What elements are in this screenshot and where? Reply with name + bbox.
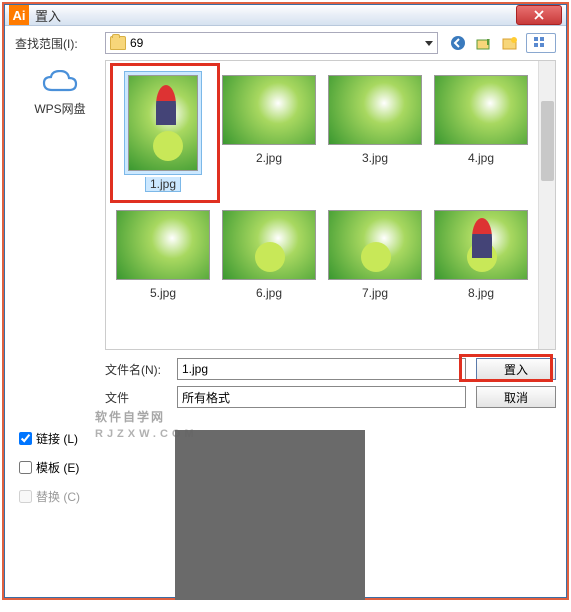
place-dialog: Ai 置入 查找范围(I): 69 (4, 4, 567, 598)
back-button[interactable] (448, 33, 468, 53)
file-name: 5.jpg (150, 286, 176, 300)
file-item[interactable]: 2.jpg (218, 69, 320, 194)
replace-label: 替换 (C) (36, 488, 80, 505)
file-item[interactable]: 5.jpg (112, 204, 214, 302)
file-name: 1.jpg (145, 177, 181, 192)
close-button[interactable] (516, 5, 562, 25)
places-sidebar: WPS网盘 (15, 60, 105, 414)
filetype-combo[interactable]: 所有格式 (177, 386, 466, 408)
dialog-title: 置入 (35, 6, 516, 25)
app-icon: Ai (9, 5, 29, 25)
file-thumbnail (434, 75, 528, 145)
preview-pane (175, 430, 365, 600)
file-name: 7.jpg (362, 286, 388, 300)
view-menu-button[interactable] (526, 33, 556, 53)
filename-value: 1.jpg (182, 362, 208, 376)
filetype-value: 所有格式 (182, 389, 230, 406)
file-item[interactable]: 8.jpg (430, 204, 532, 302)
view-icon (533, 36, 547, 50)
file-thumbnail (328, 210, 422, 280)
new-folder-icon (502, 35, 518, 51)
filename-label: 文件名(N): (105, 361, 177, 378)
scrollbar-thumb[interactable] (541, 101, 554, 181)
file-name: 8.jpg (468, 286, 494, 300)
look-in-combo[interactable]: 69 (105, 32, 438, 54)
file-thumbnail (116, 210, 210, 280)
file-thumbnail (434, 210, 528, 280)
replace-checkbox-input (19, 490, 32, 503)
look-in-label: 查找范围(I): (15, 35, 105, 52)
file-item[interactable]: 7.jpg (324, 204, 426, 302)
file-list[interactable]: 1.jpg 2.jpg 3.jpg 4.jpg 5.jpg 6.jpg 7.jpg 8.jpg (105, 60, 556, 350)
template-checkbox[interactable]: 模板 (E) (19, 459, 155, 476)
folder-icon (110, 36, 126, 50)
link-checkbox-input[interactable] (19, 432, 32, 445)
chevron-down-icon (425, 41, 433, 46)
filename-input[interactable]: 1.jpg (177, 358, 466, 380)
file-item[interactable]: 6.jpg (218, 204, 320, 302)
file-name: 2.jpg (256, 151, 282, 165)
cancel-button[interactable]: 取消 (476, 386, 556, 408)
up-icon (476, 35, 492, 51)
wps-cloud-label: WPS网盘 (34, 100, 85, 117)
titlebar: Ai 置入 (5, 5, 566, 26)
file-name: 6.jpg (256, 286, 282, 300)
up-button[interactable] (474, 33, 494, 53)
look-in-value: 69 (130, 36, 143, 50)
back-icon (450, 35, 466, 51)
close-icon (534, 10, 544, 20)
replace-checkbox: 替换 (C) (19, 488, 155, 505)
file-item[interactable]: 4.jpg (430, 69, 532, 194)
template-label: 模板 (E) (36, 459, 79, 476)
file-thumbnail (128, 75, 198, 171)
wps-cloud-icon[interactable] (40, 68, 80, 98)
file-item[interactable]: 3.jpg (324, 69, 426, 194)
template-checkbox-input[interactable] (19, 461, 32, 474)
link-label: 链接 (L) (36, 430, 78, 447)
file-thumbnail (222, 75, 316, 145)
new-folder-button[interactable] (500, 33, 520, 53)
link-checkbox[interactable]: 链接 (L) (19, 430, 155, 447)
scrollbar[interactable] (538, 61, 555, 349)
file-thumbnail (328, 75, 422, 145)
file-thumbnail (222, 210, 316, 280)
file-name: 4.jpg (468, 151, 494, 165)
place-button[interactable]: 置入 (476, 358, 556, 380)
file-item[interactable]: 1.jpg (112, 69, 214, 194)
filetype-label: 文件 (105, 389, 177, 406)
file-name: 3.jpg (362, 151, 388, 165)
